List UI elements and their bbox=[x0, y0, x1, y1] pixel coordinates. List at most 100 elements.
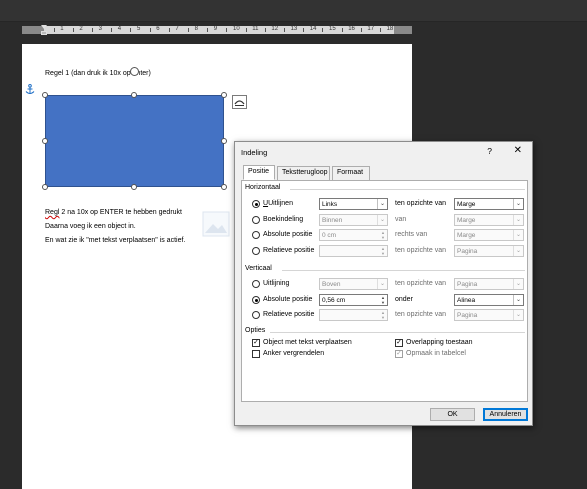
close-button[interactable]: ✕ bbox=[514, 145, 522, 156]
select-relative-vertical-ref-value: Pagina bbox=[457, 311, 478, 319]
radio-align-horizontal[interactable] bbox=[252, 200, 260, 208]
ruler-tick bbox=[149, 28, 151, 32]
resize-handle-e[interactable] bbox=[221, 138, 227, 144]
select-align-horizontal-ref[interactable]: Marge ⌄ bbox=[454, 198, 524, 210]
ruler-number: 7 bbox=[175, 26, 179, 32]
rotate-handle[interactable] bbox=[130, 67, 139, 76]
ruler-number: 13 bbox=[290, 26, 298, 32]
horizontal-ruler[interactable]: 1 2 3 4 5 6 7 8 9 10 11 12 13 14 15 16 17 18 bbox=[0, 22, 587, 38]
ruler-tick bbox=[360, 28, 362, 32]
select-relative-horizontal-ref: Pagina ⌄ bbox=[454, 245, 524, 257]
spin-absolute-horizontal: 0 cm ▲ ▼ bbox=[319, 229, 388, 241]
ruler-number: 12 bbox=[271, 26, 279, 32]
radio-absolute-vertical[interactable] bbox=[252, 296, 260, 304]
tab-positie[interactable]: Positie bbox=[243, 165, 275, 180]
chevron-down-icon: ⌄ bbox=[377, 199, 387, 209]
resize-handle-s[interactable] bbox=[131, 184, 137, 190]
ruler-tick bbox=[284, 28, 285, 32]
label-book-layout: Boekindeling bbox=[263, 216, 304, 223]
radio-absolute-horizontal[interactable] bbox=[252, 231, 260, 239]
select-absolute-vertical-ref-value: Alinea bbox=[457, 296, 476, 304]
cancel-button[interactable]: Annuleren bbox=[483, 408, 528, 421]
ruler-tick bbox=[168, 28, 170, 32]
ruler-number: 8 bbox=[194, 26, 198, 32]
ok-button[interactable]: OK bbox=[430, 408, 475, 421]
misspelled-word[interactable]: Regl bbox=[45, 209, 59, 216]
ruler-tick bbox=[207, 28, 209, 32]
chevron-down-icon: ⌄ bbox=[513, 295, 523, 305]
ruler-number: 1 bbox=[60, 26, 64, 32]
spinner-arrows-icon: ▲ ▼ bbox=[381, 246, 385, 256]
select-absolute-horizontal-ref-value: Marge bbox=[457, 231, 476, 239]
ruler-number: 17 bbox=[367, 26, 375, 32]
select-absolute-horizontal-ref: Marge ⌄ bbox=[454, 229, 524, 241]
rectangle-shape[interactable] bbox=[45, 95, 224, 187]
help-button[interactable]: ? bbox=[487, 146, 492, 156]
tab-formaat[interactable]: Formaat bbox=[332, 166, 370, 180]
chevron-down-icon: ⌄ bbox=[513, 246, 523, 256]
checkbox-lock-anchor[interactable] bbox=[252, 350, 260, 358]
checkbox-allow-overlap[interactable]: ✓ bbox=[395, 339, 403, 347]
indent-marker[interactable] bbox=[41, 25, 47, 37]
select-align-horizontal-ref-value: Marge bbox=[457, 200, 476, 208]
select-relative-horizontal-ref-value: Pagina bbox=[457, 247, 478, 255]
ruler-number: 5 bbox=[137, 26, 141, 32]
ruler-tick bbox=[303, 28, 305, 32]
select-align-vertical-value: Boven bbox=[322, 280, 341, 288]
ruler-number: 14 bbox=[309, 26, 317, 32]
spin-absolute-vertical-value: 0,56 cm bbox=[322, 296, 346, 304]
checkbox-move-with-text[interactable]: ✓ bbox=[252, 339, 260, 347]
ruler-strip: 1 2 3 4 5 6 7 8 9 10 11 12 13 14 15 16 17 18 bbox=[22, 26, 412, 34]
resize-handle-n[interactable] bbox=[131, 92, 137, 98]
label-below: onder bbox=[395, 296, 413, 303]
select-book-layout-ref-value: Marge bbox=[457, 216, 476, 224]
chevron-down-icon: ⌄ bbox=[513, 279, 523, 289]
resize-handle-ne[interactable] bbox=[221, 92, 227, 98]
layout-options-button[interactable] bbox=[232, 95, 247, 109]
select-book-layout-ref: Marge ⌄ bbox=[454, 214, 524, 226]
label-allow-overlap: Overlapping toestaan bbox=[406, 339, 473, 346]
options-heading: Opties bbox=[245, 327, 266, 334]
ruler-tick bbox=[53, 28, 55, 32]
spinner-arrows-icon[interactable]: ▲ ▼ bbox=[379, 295, 387, 305]
ruler-number: 11 bbox=[252, 26, 259, 32]
text-line-4[interactable]: En wat zie ik "met tekst verplaatsen" is… bbox=[45, 237, 185, 244]
resize-handle-sw[interactable] bbox=[42, 184, 48, 190]
label-layout-in-cell: Opmaak in tabelcel bbox=[406, 350, 466, 357]
label-lock-anchor: Anker vergrendelen bbox=[263, 350, 325, 357]
ruler-tick bbox=[72, 28, 74, 32]
radio-relative-vertical[interactable] bbox=[252, 311, 260, 319]
label-move-with-text: Object met tekst verplaatsen bbox=[263, 339, 352, 346]
text-line-3[interactable]: Daarna voeg ik een object in. bbox=[45, 223, 136, 230]
ruler-tick bbox=[245, 28, 247, 32]
label-absolute-horizontal: Absolute positie bbox=[263, 231, 313, 238]
spin-absolute-vertical[interactable]: 0,56 cm ▲ ▼ bbox=[319, 294, 388, 306]
chevron-down-icon: ⌄ bbox=[377, 279, 387, 289]
resize-handle-se[interactable] bbox=[221, 184, 227, 190]
select-book-layout: Binnen ⌄ bbox=[319, 214, 388, 226]
ruler-tick bbox=[226, 28, 228, 32]
radio-relative-horizontal[interactable] bbox=[252, 247, 260, 255]
chevron-down-icon: ⌄ bbox=[377, 215, 387, 225]
label-align-vertical: Uitlijning bbox=[263, 280, 290, 287]
anchor-icon[interactable] bbox=[25, 84, 35, 98]
resize-handle-nw[interactable] bbox=[42, 92, 48, 98]
select-align-vertical: Boven ⌄ bbox=[319, 278, 388, 290]
chevron-down-icon: ⌄ bbox=[513, 215, 523, 225]
ruler-tick bbox=[188, 28, 189, 32]
label-relative-to-3: ten opzichte van bbox=[395, 280, 446, 287]
select-align-horizontal[interactable]: Links ⌄ bbox=[319, 198, 388, 210]
tab-tekstterugloop[interactable]: Tekstterugloop bbox=[277, 166, 330, 180]
label-align-horizontal-text: Uitlijnen bbox=[268, 200, 293, 207]
ruler-number: 9 bbox=[213, 26, 218, 32]
radio-align-vertical[interactable] bbox=[252, 280, 260, 288]
label-of: van bbox=[395, 216, 407, 223]
layout-dialog[interactable]: Indeling ? ✕ Positie Tekstterugloop Form… bbox=[234, 141, 533, 426]
select-absolute-vertical-ref[interactable]: Alinea ⌄ bbox=[454, 294, 524, 306]
radio-book-layout[interactable] bbox=[252, 216, 260, 224]
ruler-number: 6 bbox=[156, 26, 160, 32]
text-line-2[interactable]: Regl 2 na 10x op ENTER te hebben gedrukt bbox=[45, 209, 182, 216]
ruler-tick bbox=[92, 28, 93, 32]
ruler-right-margin bbox=[394, 26, 412, 34]
resize-handle-w[interactable] bbox=[42, 138, 48, 144]
